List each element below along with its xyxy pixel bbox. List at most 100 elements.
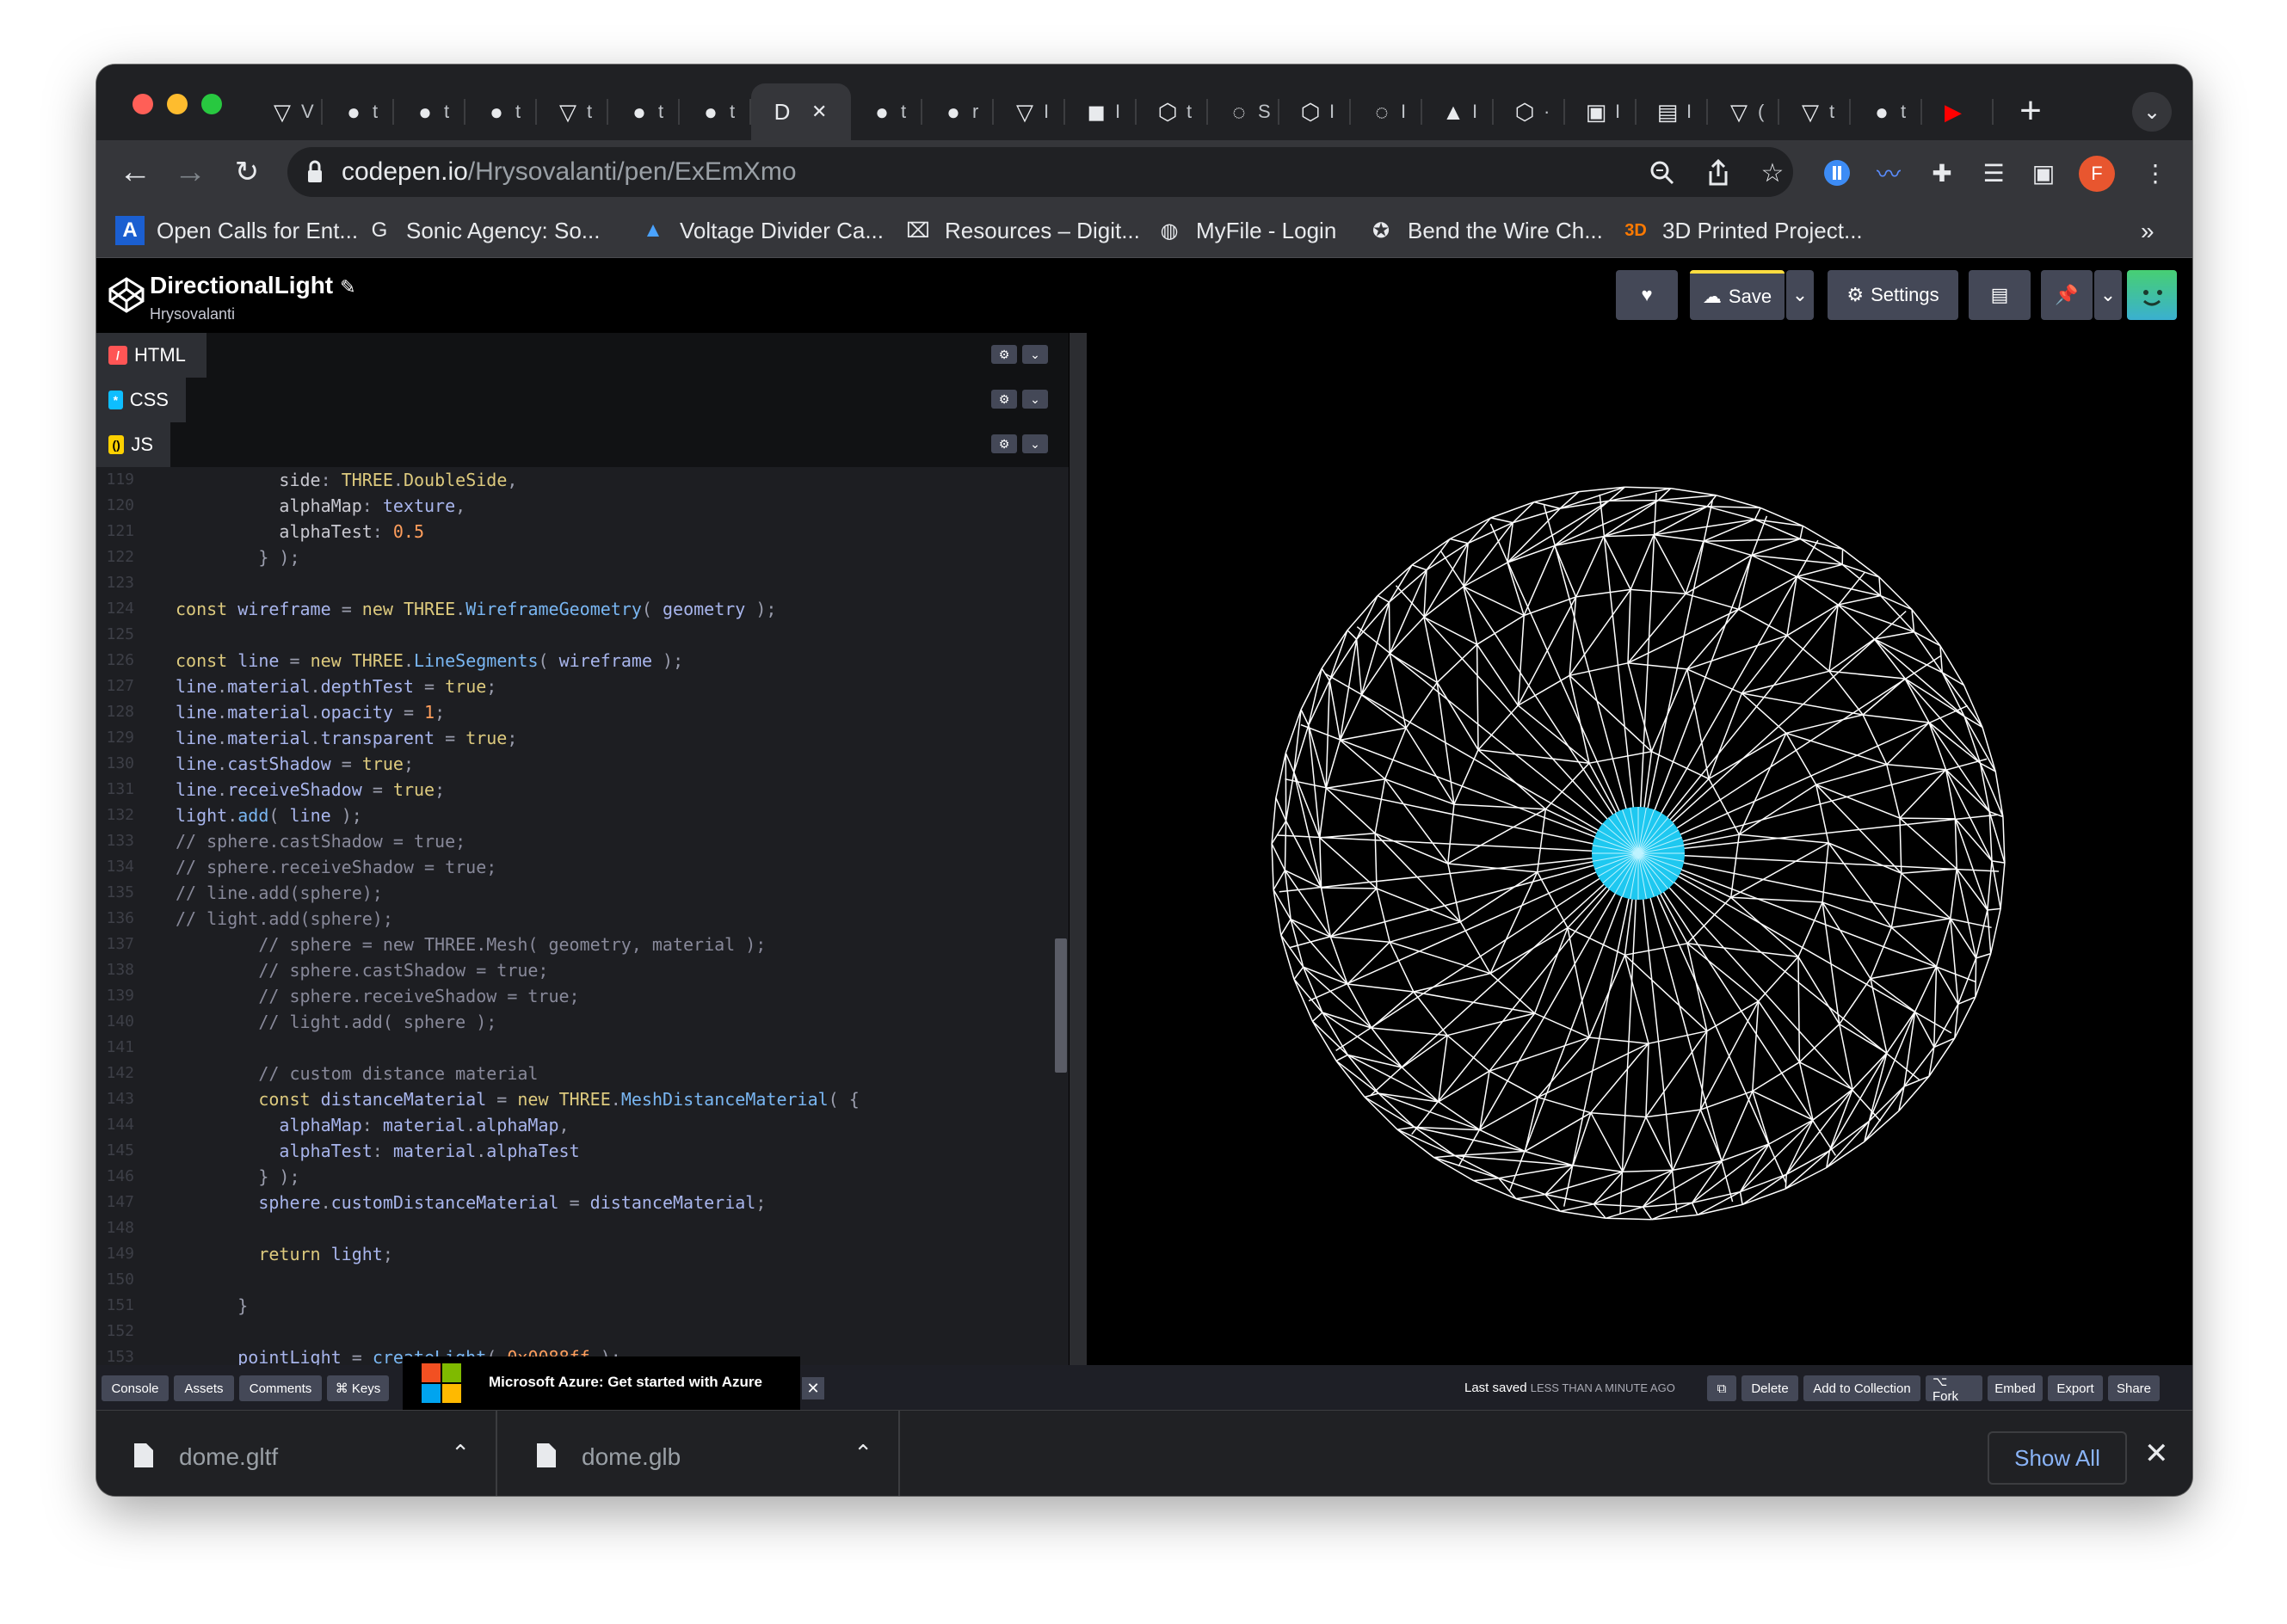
result-preview[interactable] [1088, 333, 2192, 1365]
bookmark-item[interactable]: ⌧ Resources – Digit... [903, 214, 1140, 247]
minimize-window-button[interactable] [167, 94, 188, 114]
code-text: // sphere.castShadow = true; [258, 960, 549, 981]
tab[interactable]: ◼ I [1065, 83, 1137, 140]
tab[interactable]: ● r [922, 83, 994, 140]
close-window-button[interactable] [133, 94, 153, 114]
pin-button[interactable]: 📌 [2041, 270, 2093, 320]
back-button[interactable]: ← [114, 151, 157, 194]
tab[interactable]: ● t [1851, 83, 1922, 140]
new-tab-button[interactable]: + [2008, 89, 2053, 133]
code-text: line.receiveShadow = true; [176, 779, 446, 800]
tab[interactable]: ▽ t [537, 83, 608, 140]
css-settings-button[interactable]: ⚙ [991, 390, 1017, 409]
assets-button[interactable]: Assets [174, 1375, 234, 1401]
chevron-up-icon[interactable]: ⌃ [854, 1440, 872, 1467]
tab[interactable]: ● t [851, 83, 922, 140]
editor-scrollbar[interactable] [1055, 938, 1067, 1073]
close-downloads-bar-button[interactable]: ✕ [2144, 1436, 2169, 1471]
line-number: 129 [106, 729, 134, 747]
address-bar[interactable]: codepen.io/Hrysovalanti/pen/ExEmXmo ☆ [287, 147, 1793, 197]
js-settings-button[interactable]: ⚙ [991, 434, 1017, 453]
user-avatar[interactable] [2127, 270, 2177, 320]
more-bookmarks-icon[interactable]: » [2141, 218, 2154, 245]
forward-button[interactable]: → [169, 151, 212, 194]
share-icon[interactable] [1701, 156, 1735, 190]
bookmark-item[interactable]: ✪ Bend the Wire Ch... [1366, 214, 1603, 247]
add-to-collection-button[interactable]: Add to Collection [1803, 1375, 1920, 1401]
tab-active[interactable]: D ✕ [751, 83, 851, 140]
media-control-icon[interactable]: ☰ [1979, 158, 2008, 188]
js-code-editor[interactable]: 119 side: THREE.DoubleSide, 120 alphaMap:… [96, 467, 1069, 1365]
bookmark-item[interactable]: ▲ Voltage Divider Ca... [638, 214, 884, 247]
tab[interactable]: ● t [394, 83, 465, 140]
close-ad-button[interactable]: ✕ [802, 1377, 824, 1399]
settings-button[interactable]: ⚙ Settings [1828, 270, 1958, 320]
layout-button[interactable]: ▤ [1969, 270, 2031, 320]
tab[interactable]: ◌ I [1351, 83, 1422, 140]
bookmark-item[interactable]: A Open Calls for Ent... [115, 214, 358, 247]
tab[interactable]: ▽ V [251, 83, 323, 140]
browser-menu-icon[interactable]: ⋮ [2141, 158, 2170, 188]
js-collapse-button[interactable]: ⌄ [1022, 434, 1048, 453]
bookmark-item[interactable]: G Sonic Agency: So... [365, 214, 601, 247]
close-tab-icon[interactable]: ✕ [811, 101, 827, 123]
console-button[interactable]: Console [102, 1375, 169, 1401]
profile-avatar[interactable]: F [2079, 156, 2115, 192]
share-button[interactable]: Share [2108, 1375, 2160, 1401]
html-settings-button[interactable]: ⚙ [991, 345, 1017, 364]
tab[interactable]: ⬡ t [1137, 83, 1208, 140]
open-external-button[interactable]: ⧉ [1707, 1375, 1736, 1401]
tab[interactable]: ● t [608, 83, 680, 140]
html-collapse-button[interactable]: ⌄ [1022, 345, 1048, 364]
extension-1password-icon[interactable] [1822, 158, 1852, 188]
tab[interactable]: ▶ [1922, 83, 1994, 140]
edit-title-icon[interactable]: ✎ [340, 276, 355, 298]
export-button[interactable]: Export [2048, 1375, 2103, 1401]
fork-button[interactable]: ⌥ Fork [1926, 1375, 1982, 1404]
css-editor-tab[interactable]: * CSS [96, 378, 186, 422]
css-collapse-button[interactable]: ⌄ [1022, 390, 1048, 409]
pin-options-button[interactable]: ⌄ [2094, 270, 2122, 320]
delete-button[interactable]: Delete [1741, 1375, 1798, 1401]
tab[interactable]: ▲ I [1422, 83, 1494, 140]
tab[interactable]: ⬡ · [1494, 83, 1565, 140]
html-editor-tab[interactable]: / HTML [96, 333, 207, 378]
embed-button[interactable]: Embed [1988, 1375, 2043, 1401]
pen-title[interactable]: DirectionalLight ✎ [150, 272, 356, 299]
side-panel-icon[interactable]: ▣ [2029, 158, 2058, 188]
comments-button[interactable]: Comments [239, 1375, 322, 1401]
download-item[interactable]: dome.gltf ⌃ [96, 1411, 497, 1496]
love-button[interactable]: ♥ [1616, 270, 1678, 320]
tab[interactable]: ● t [323, 83, 394, 140]
save-options-button[interactable]: ⌄ [1786, 270, 1814, 320]
keys-button[interactable]: ⌘ Keys [327, 1375, 389, 1401]
tab[interactable]: ▤ I [1637, 83, 1708, 140]
bookmark-star-icon[interactable]: ☆ [1755, 156, 1790, 190]
chevron-up-icon[interactable]: ⌃ [451, 1440, 470, 1467]
tab[interactable]: ● t [680, 83, 751, 140]
zoom-icon[interactable] [1645, 156, 1680, 190]
codepen-logo-icon[interactable] [107, 275, 146, 315]
tab[interactable]: ◌ S [1208, 83, 1279, 140]
tab[interactable]: ● t [465, 83, 537, 140]
zoom-window-button[interactable] [201, 94, 222, 114]
tab-search-button[interactable]: ⌄ [2132, 92, 2172, 132]
bookmark-item[interactable]: 3D 3D Printed Project... [1621, 214, 1862, 247]
tab[interactable]: ▣ I [1565, 83, 1637, 140]
tab[interactable]: ▽ t [1779, 83, 1851, 140]
line-number: 146 [106, 1167, 134, 1185]
tab[interactable]: ▽ I [994, 83, 1065, 140]
extension-wave-icon[interactable]: 〰 [1874, 158, 1903, 188]
show-all-downloads-button[interactable]: Show All [1988, 1431, 2127, 1485]
resize-divider[interactable] [1069, 333, 1088, 1365]
tab[interactable]: ⬡ I [1279, 83, 1351, 140]
tab[interactable]: ▽( [1708, 83, 1779, 140]
reload-button[interactable]: ↻ [225, 151, 268, 194]
save-button[interactable]: ☁ Save [1690, 270, 1785, 320]
extensions-puzzle-icon[interactable]: ✚ [1927, 158, 1957, 188]
download-item[interactable]: dome.glb ⌃ [499, 1411, 900, 1496]
bookmark-item[interactable]: ◍ MyFile - Login [1155, 214, 1337, 247]
js-editor-tab[interactable]: () JS [96, 422, 170, 467]
ad-banner[interactable]: Microsoft Azure: Get started with Azure [403, 1356, 800, 1410]
pen-author[interactable]: Hrysovalanti [150, 305, 235, 323]
